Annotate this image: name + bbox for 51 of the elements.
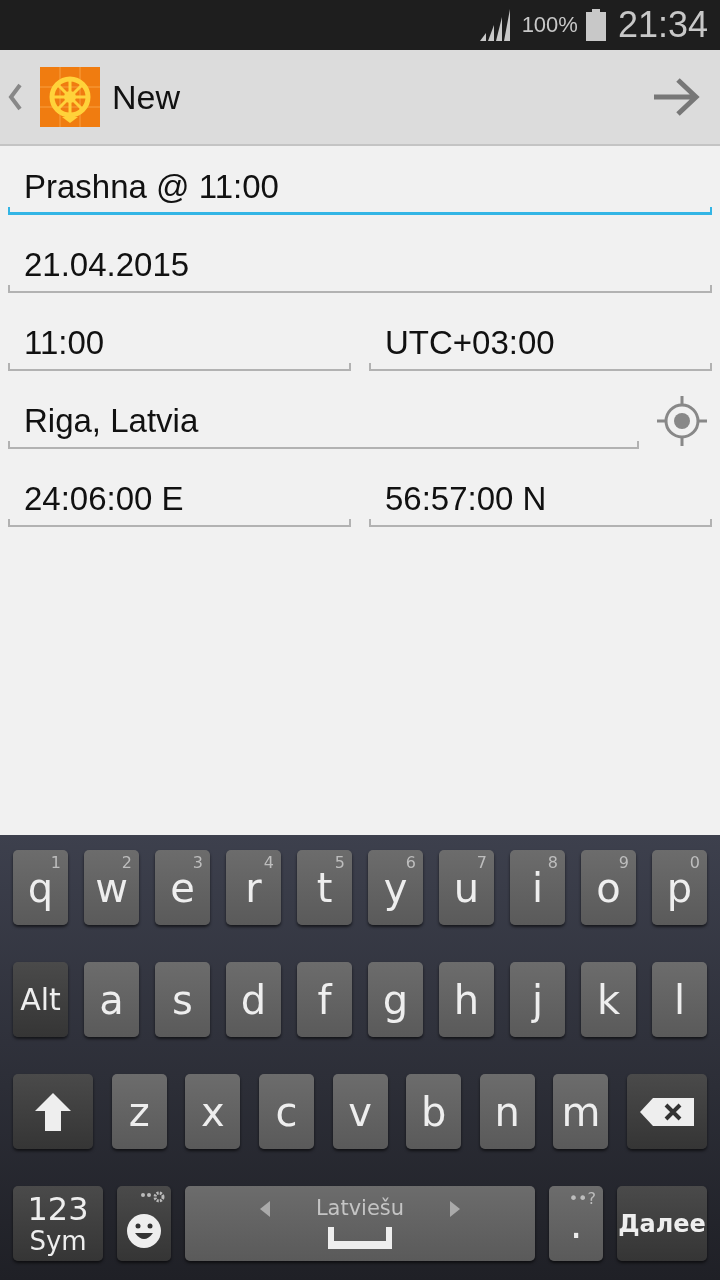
- locate-icon[interactable]: [657, 396, 707, 446]
- shift-arrow-icon: [33, 1090, 73, 1133]
- key[interactable]: d: [226, 962, 281, 1037]
- period-key[interactable]: ••? .: [549, 1186, 603, 1261]
- battery-icon: [585, 9, 606, 41]
- dots-gear-icon: [140, 1190, 166, 1204]
- key[interactable]: v: [332, 1074, 388, 1149]
- language-label: Latviešu: [315, 1198, 405, 1219]
- key[interactable]: g: [368, 962, 423, 1037]
- clock: 21:34: [617, 4, 708, 46]
- forward-arrow-icon[interactable]: [652, 77, 700, 117]
- key[interactable]: n: [479, 1074, 535, 1149]
- key-hint: 1: [50, 855, 61, 871]
- shift-key[interactable]: [13, 1074, 93, 1149]
- key[interactable]: a: [84, 962, 139, 1037]
- backspace-icon: [639, 1096, 695, 1127]
- alt-key[interactable]: Alt: [13, 962, 68, 1037]
- key-hint: 0: [689, 855, 700, 871]
- back-chevron-icon[interactable]: [8, 83, 22, 111]
- left-arrow-icon: [259, 1200, 270, 1217]
- key[interactable]: b: [406, 1074, 462, 1149]
- key[interactable]: j: [510, 962, 565, 1037]
- key-hint: ••?: [568, 1191, 596, 1207]
- key-hint: 4: [263, 855, 274, 871]
- key-hint: 7: [476, 855, 487, 871]
- key-hint: 5: [334, 855, 345, 871]
- key[interactable]: l: [652, 962, 707, 1037]
- key[interactable]: f: [297, 962, 352, 1037]
- smiley-icon: [126, 1212, 162, 1249]
- battery-percent: 100%: [521, 12, 578, 38]
- key[interactable]: c: [258, 1074, 314, 1149]
- action-key[interactable]: Далее: [617, 1186, 707, 1261]
- key[interactable]: x: [185, 1074, 241, 1149]
- key-hint: 3: [192, 855, 203, 871]
- backspace-key[interactable]: [627, 1074, 707, 1149]
- key[interactable]: s: [155, 962, 210, 1037]
- sym-key[interactable]: 123 Sym: [13, 1186, 103, 1261]
- right-arrow-icon: [450, 1200, 461, 1217]
- key[interactable]: k: [581, 962, 636, 1037]
- key-hint: 8: [547, 855, 558, 871]
- key[interactable]: z: [111, 1074, 167, 1149]
- screen-title: New: [112, 77, 181, 117]
- key[interactable]: h: [439, 962, 494, 1037]
- key-hint: 2: [121, 855, 132, 871]
- key[interactable]: m: [553, 1074, 609, 1149]
- emoji-key[interactable]: [117, 1186, 171, 1261]
- space-key[interactable]: Latviešu: [185, 1186, 535, 1261]
- key-hint: 9: [618, 855, 629, 871]
- wheel-logo-icon: [40, 67, 100, 127]
- space-bar-icon: [328, 1227, 392, 1249]
- key-hint: 6: [405, 855, 416, 871]
